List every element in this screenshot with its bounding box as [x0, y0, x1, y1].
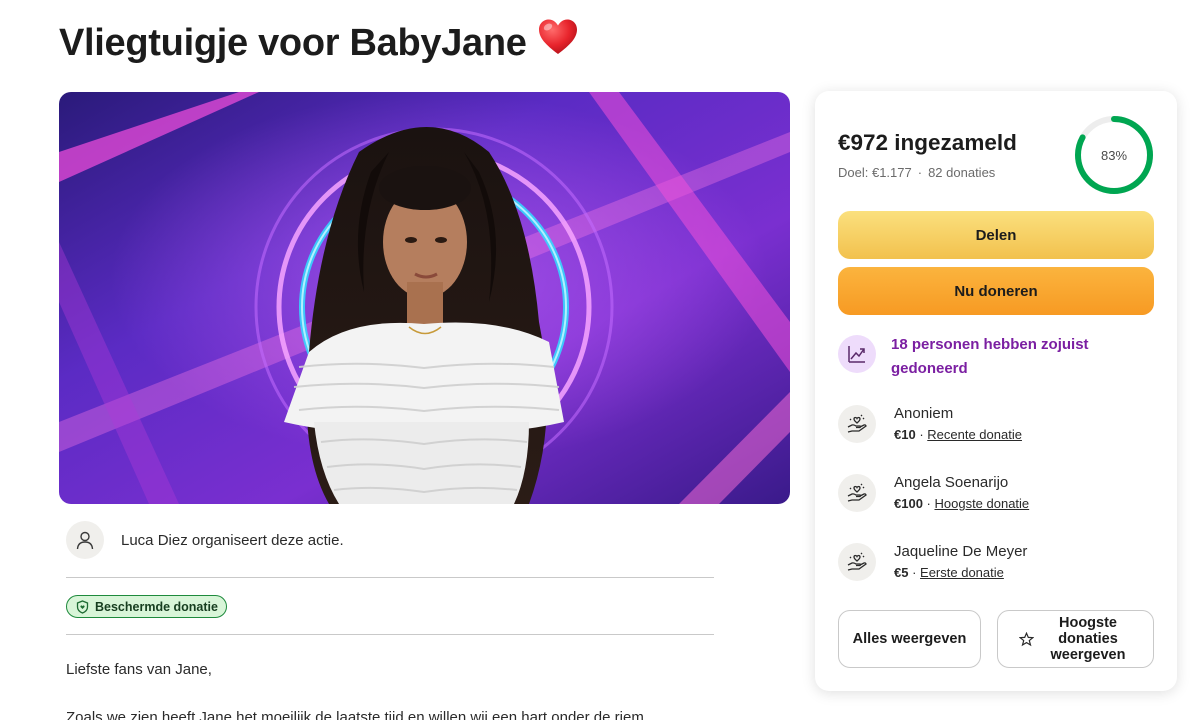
recent-donations-notice: 18 personen hebben zojuist gedoneerd: [838, 335, 1131, 381]
progress-percent: 83%: [1100, 147, 1128, 163]
show-top-donations-button[interactable]: Hoogste donaties weergeven: [997, 610, 1154, 668]
organizer-row: Luca Diez organiseert deze actie.: [66, 521, 344, 559]
heart-emoji-icon: [537, 18, 579, 66]
donation-hand-icon: [838, 474, 876, 512]
page-title-text: Vliegtuigje voor BabyJane: [59, 22, 527, 64]
amount-raised: €972 ingezameld: [838, 130, 1017, 155]
donor-amount: €100: [894, 496, 923, 511]
progress-ring: 83%: [1073, 114, 1155, 196]
show-top-donations-label: Hoogste donaties weergeven: [1050, 615, 1126, 663]
divider: [66, 634, 714, 635]
top-donation-link[interactable]: Hoogste donatie: [934, 496, 1029, 511]
separator-dot: ·: [922, 496, 935, 511]
donor-item: Jaqueline De Meyer €5 · Eerste donatie: [838, 543, 1027, 583]
trend-text: 18 personen hebben zojuist gedoneerd: [891, 336, 1089, 377]
first-donation-link[interactable]: Eerste donatie: [920, 565, 1004, 580]
donor-name: Anoniem: [894, 405, 954, 422]
separator-dot: ·: [915, 427, 928, 442]
user-icon: [66, 521, 104, 559]
donation-count: 82 donaties: [928, 165, 996, 180]
donor-item: Anoniem €10 · Recente donatie: [838, 405, 1022, 445]
donation-hand-icon: [838, 405, 876, 443]
donor-name: Jaqueline De Meyer: [894, 543, 1028, 560]
donation-card: €972 ingezameld Doel: €1.177 · 82 donaties…: [815, 91, 1177, 691]
organizer-text: Luca Diez organiseert deze actie.: [121, 531, 344, 549]
divider: [66, 577, 714, 578]
recent-donation-link[interactable]: Recente donatie: [927, 427, 1022, 442]
star-icon: [1019, 631, 1034, 647]
campaign-hero-image: [59, 92, 790, 504]
trending-up-icon: [838, 335, 876, 373]
goal-summary: Doel: €1.177 · 82 donaties: [838, 165, 995, 180]
goal-amount: Doel: €1.177: [838, 165, 912, 180]
donor-amount: €10: [894, 427, 916, 442]
protected-donation-label: Beschermde donatie: [95, 599, 218, 614]
separator-dot: ·: [908, 565, 921, 580]
shield-icon: [76, 599, 89, 614]
donate-now-button[interactable]: Nu doneren: [838, 267, 1154, 315]
story-paragraph: Zoals we zien heeft Jane het moeilijk de…: [66, 709, 644, 720]
donor-name: Angela Soenarijo: [894, 474, 1009, 491]
separator-dot: ·: [917, 165, 923, 180]
share-button[interactable]: Delen: [838, 211, 1154, 259]
show-all-button[interactable]: Alles weergeven: [838, 610, 981, 668]
donor-item: Angela Soenarijo €100 · Hoogste donatie: [838, 474, 1029, 514]
donation-hand-icon: [838, 543, 876, 581]
donor-amount: €5: [894, 565, 909, 580]
protected-donation-badge[interactable]: Beschermde donatie: [66, 595, 227, 618]
page-title: Vliegtuigje voor BabyJane: [59, 19, 579, 66]
story-paragraph: Liefste fans van Jane,: [66, 661, 212, 678]
